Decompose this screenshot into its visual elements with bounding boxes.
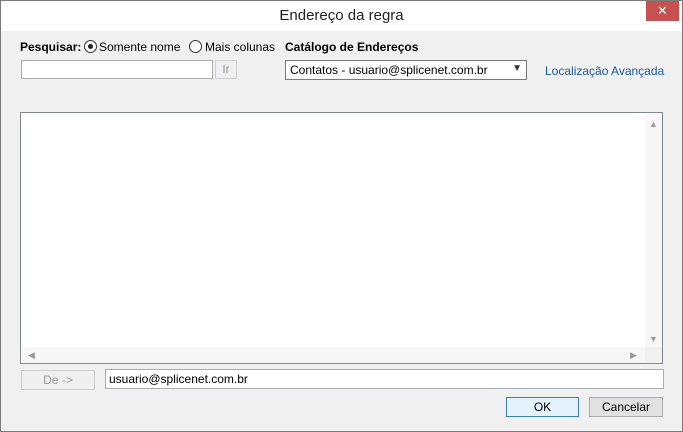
chevron-down-icon: ▼ <box>512 63 522 74</box>
radio-selected-dot <box>88 44 93 49</box>
scroll-right-icon[interactable]: ▶ <box>630 350 637 360</box>
dialog-window: Endereço da regra ✕ Pesquisar: Somente n… <box>0 0 683 432</box>
from-field[interactable]: usuario@splicenet.com.br <box>105 369 664 389</box>
radio-more-columns[interactable] <box>189 40 202 53</box>
address-book-select[interactable]: Contatos - usuario@splicenet.com.br ▼ <box>285 60 527 80</box>
scroll-up-icon[interactable]: ▲ <box>649 119 658 129</box>
scroll-left-icon[interactable]: ◀ <box>28 350 35 360</box>
from-button[interactable]: De -> <box>21 370 95 390</box>
search-label: Pesquisar: <box>20 40 82 54</box>
scrollbar-corner <box>645 347 662 363</box>
radio-name-only[interactable] <box>84 40 97 53</box>
results-list[interactable]: ▲ ▼ ◀ ▶ <box>20 112 663 364</box>
go-button[interactable]: Ir <box>215 60 237 79</box>
vertical-scrollbar[interactable]: ▲ ▼ <box>645 114 662 348</box>
advanced-find-link[interactable]: Localização Avançada <box>545 64 664 78</box>
search-input[interactable] <box>21 60 213 79</box>
address-book-selected: Contatos - usuario@splicenet.com.br <box>290 63 488 77</box>
title-bar[interactable]: Endereço da regra ✕ <box>1 1 682 31</box>
cancel-button[interactable]: Cancelar <box>589 397 663 417</box>
radio-more-columns-label[interactable]: Mais colunas <box>205 40 275 54</box>
from-field-value: usuario@splicenet.com.br <box>109 372 248 386</box>
horizontal-scrollbar[interactable]: ◀ ▶ <box>22 347 645 363</box>
window-title: Endereço da regra <box>279 7 404 24</box>
close-icon: ✕ <box>657 3 668 18</box>
radio-name-only-label[interactable]: Somente nome <box>99 40 180 54</box>
close-button[interactable]: ✕ <box>646 1 679 21</box>
address-book-label: Catálogo de Endereços <box>285 40 419 54</box>
ok-button[interactable]: OK <box>506 397 579 417</box>
scroll-down-icon[interactable]: ▼ <box>649 334 658 344</box>
